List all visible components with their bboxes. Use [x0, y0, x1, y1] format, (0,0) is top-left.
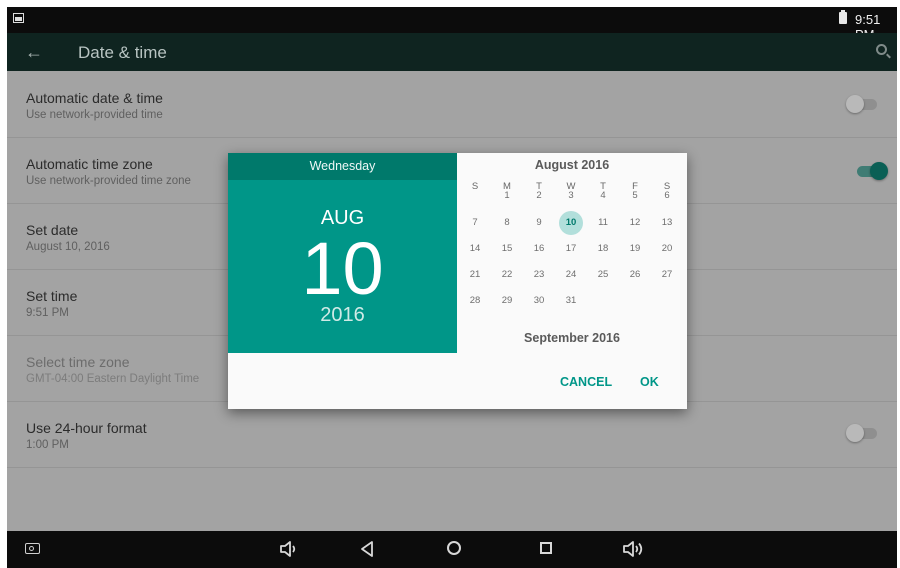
calendar-day[interactable]: 25 — [591, 263, 615, 287]
setting-subtitle: 1:00 PM — [26, 439, 69, 451]
calendar-day[interactable]: 12 — [623, 211, 647, 235]
calendar-day[interactable]: 15 — [495, 237, 519, 261]
volume-down-icon[interactable] — [278, 539, 300, 559]
toggle-thumb — [870, 162, 888, 180]
calendar-day[interactable]: 7 — [463, 211, 487, 235]
calendar-day[interactable]: 17 — [559, 237, 583, 261]
calendar-day[interactable]: 8 — [495, 211, 519, 235]
calendar-day[interactable]: 23 — [527, 263, 551, 287]
camera-icon[interactable] — [25, 543, 40, 554]
setting-title: Automatic time zone — [26, 156, 153, 172]
calendar-day[interactable]: 13 — [655, 211, 679, 235]
setting-subtitle: Use network-provided time zone — [26, 175, 191, 187]
back-arrow-icon[interactable]: ← — [25, 43, 45, 61]
screen-bezel-left — [0, 0, 7, 568]
calendar-day[interactable]: 4 — [591, 184, 615, 208]
calendar-day[interactable]: 14 — [463, 237, 487, 261]
recents-icon[interactable] — [540, 542, 552, 554]
page-title: Date & time — [78, 43, 167, 62]
automatic-time-zone-toggle[interactable] — [854, 161, 888, 181]
navigation-bar — [7, 531, 897, 568]
calendar-day[interactable]: 21 — [463, 263, 487, 287]
setting-subtitle: Use network-provided time — [26, 109, 163, 121]
status-bar: 9:51 PM — [7, 7, 897, 42]
calendar-day[interactable]: 26 — [623, 263, 647, 287]
back-icon[interactable] — [357, 539, 379, 559]
setting-title: Select time zone — [26, 354, 130, 370]
search-icon[interactable] — [876, 44, 887, 55]
cancel-button[interactable]: CANCEL — [560, 375, 612, 389]
selected-year[interactable]: 2016 — [228, 304, 457, 327]
calendar-day[interactable]: 6 — [655, 184, 679, 208]
calendar-day[interactable]: 11 — [591, 211, 615, 235]
screen-bezel-top — [0, 0, 900, 7]
setting-title: Set date — [26, 222, 79, 238]
calendar-day[interactable]: 9 — [527, 211, 551, 235]
calendar-day[interactable]: 18 — [591, 237, 615, 261]
calendar-day[interactable]: 19 — [623, 237, 647, 261]
setting-subtitle: 9:51 PM — [26, 307, 69, 319]
setting-subtitle: August 10, 2016 — [26, 241, 110, 253]
calendar-day[interactable]: 5 — [623, 184, 647, 208]
calendar-day[interactable]: 29 — [495, 289, 519, 313]
calendar-day[interactable]: 27 — [655, 263, 679, 287]
app-bar: ← Date & time — [7, 33, 897, 71]
selected-weekday: Wednesday — [228, 153, 457, 180]
calendar-day[interactable]: 22 — [495, 263, 519, 287]
automatic-date-time-toggle[interactable] — [846, 94, 880, 114]
setting-title: Use 24-hour format — [26, 420, 147, 436]
use-24-hour-toggle[interactable] — [846, 423, 880, 443]
volume-up-icon[interactable] — [622, 539, 644, 559]
calendar-day[interactable]: 20 — [655, 237, 679, 261]
setting-automatic-date-time[interactable]: Automatic date & time Use network-provid… — [7, 71, 897, 138]
calendar-day[interactable]: 1 — [495, 184, 519, 208]
toggle-thumb — [846, 95, 864, 113]
battery-icon — [839, 10, 847, 24]
calendar-day[interactable]: 31 — [559, 289, 583, 313]
calendar-day[interactable]: 3 — [559, 184, 583, 208]
calendar-month-view: August 2016 September 2016 SMTWTFS123456… — [457, 153, 687, 353]
calendar-day[interactable]: 28 — [463, 289, 487, 313]
calendar-day[interactable]: 24 — [559, 263, 583, 287]
home-icon[interactable] — [447, 541, 461, 555]
setting-use-24-hour-format[interactable]: Use 24-hour format 1:00 PM — [7, 401, 897, 468]
toggle-thumb — [846, 424, 864, 442]
date-picker-dialog: Wednesday AUG 10 2016 August 2016 Septem… — [228, 153, 687, 409]
selected-day[interactable]: 10 — [228, 227, 457, 311]
calendar-month-title: August 2016 — [534, 158, 610, 172]
ok-button[interactable]: OK — [640, 375, 659, 389]
date-picker-header: Wednesday AUG 10 2016 — [228, 153, 457, 353]
device-screen: 9:51 PM ← Date & time Automatic date & t… — [7, 7, 897, 568]
setting-title: Automatic date & time — [26, 90, 163, 106]
calendar-day[interactable]: 2 — [527, 184, 551, 208]
setting-title: Set time — [26, 288, 78, 304]
calendar-day[interactable]: 30 — [527, 289, 551, 313]
image-icon — [13, 13, 24, 23]
setting-subtitle: GMT-04:00 Eastern Daylight Time — [26, 373, 200, 385]
next-month-title: September 2016 — [524, 331, 620, 345]
weekday-header: S — [471, 181, 479, 192]
calendar-day[interactable]: 16 — [527, 237, 551, 261]
calendar-day-selected[interactable]: 10 — [559, 211, 583, 235]
